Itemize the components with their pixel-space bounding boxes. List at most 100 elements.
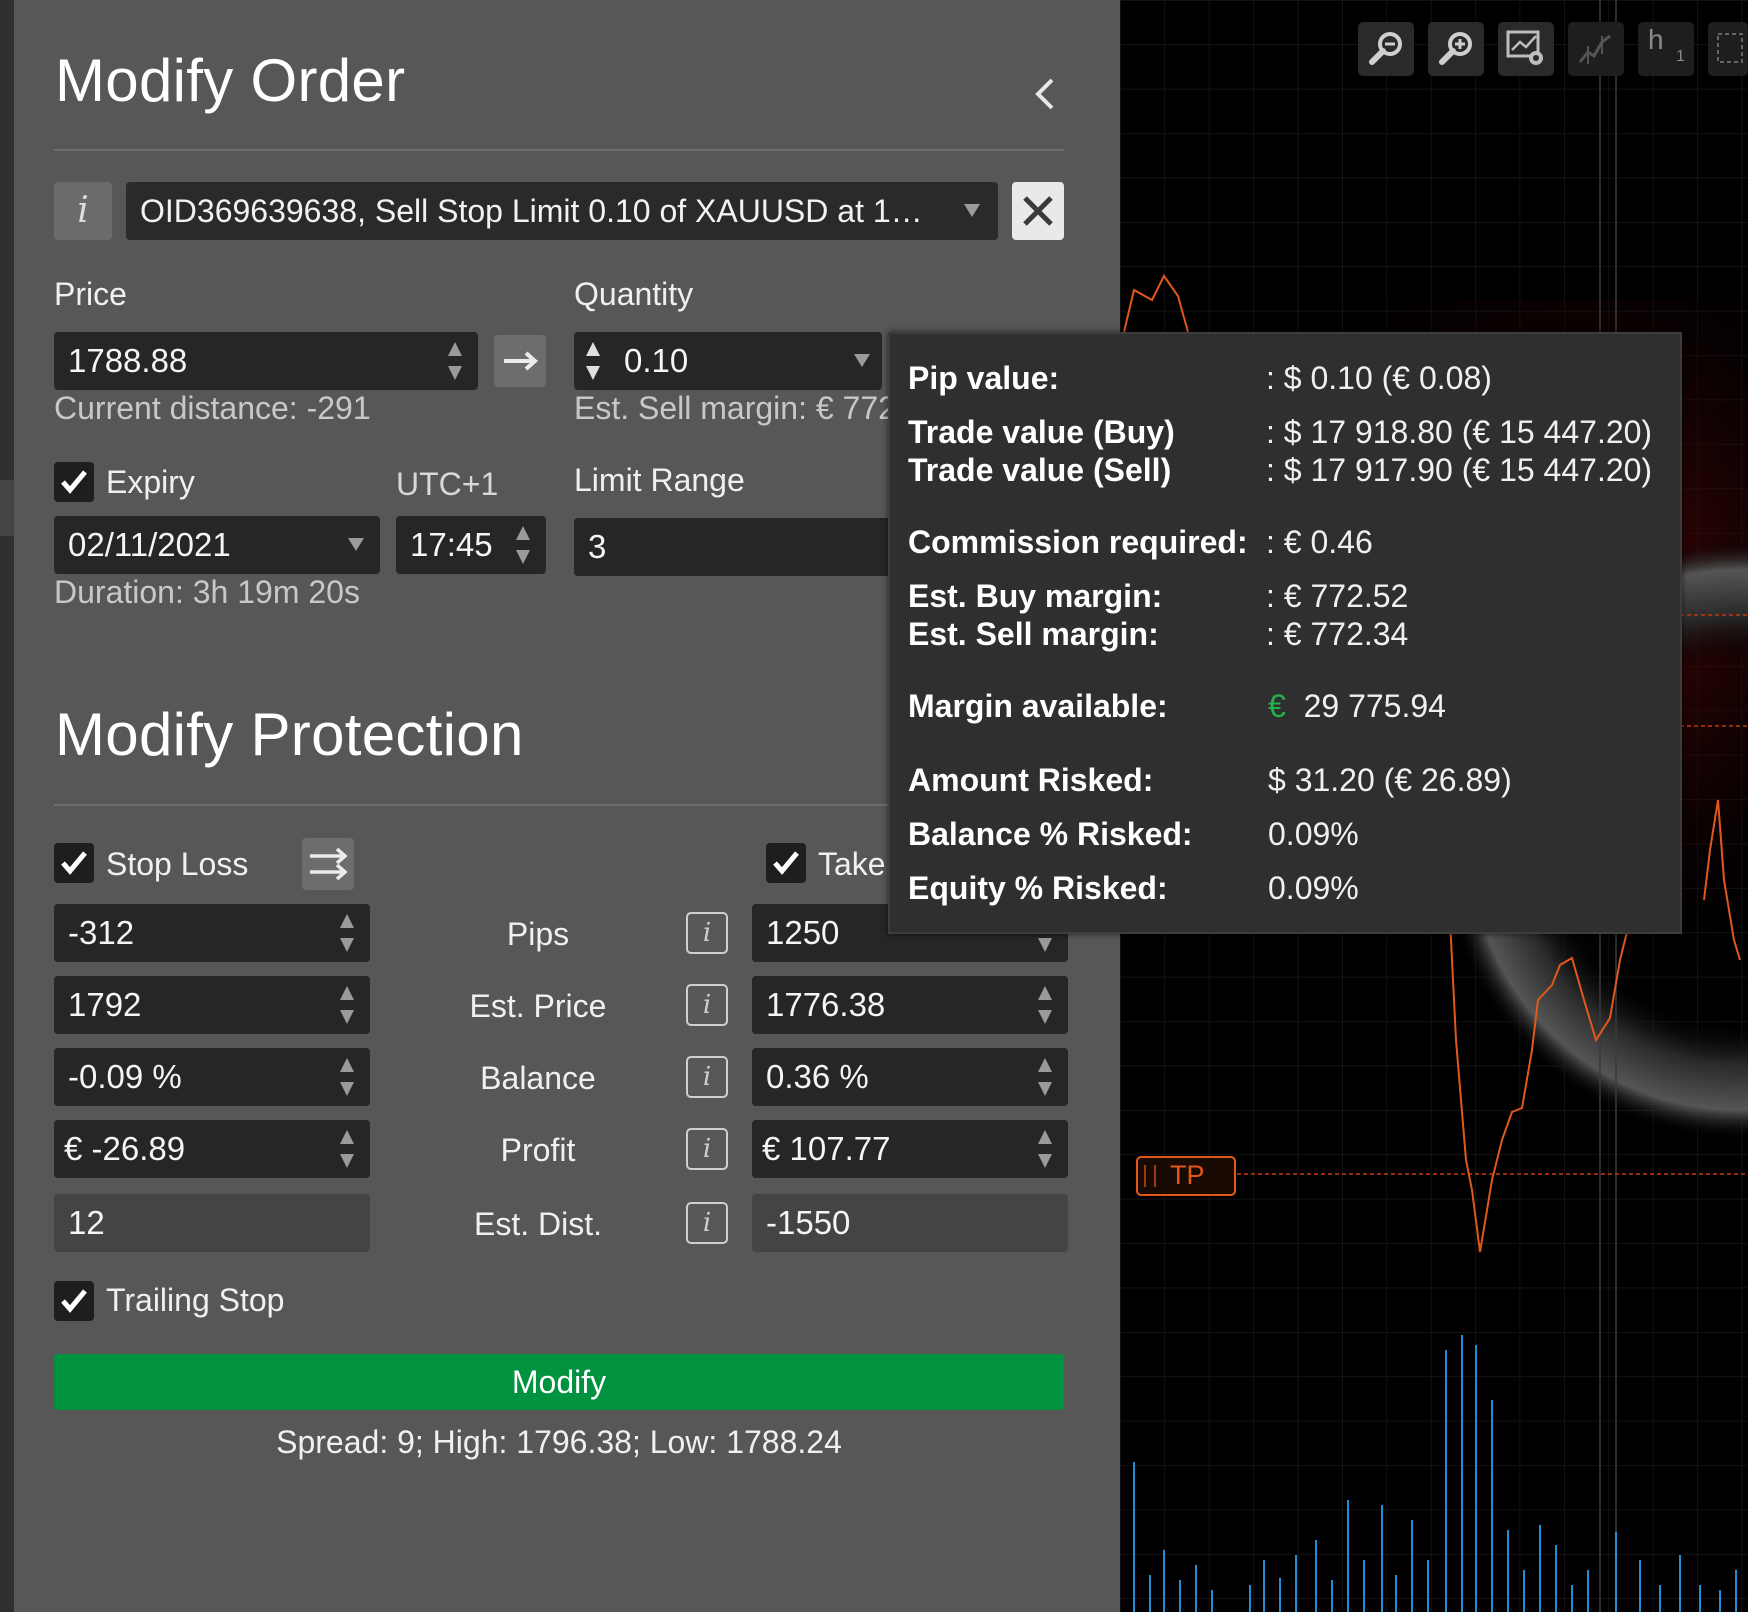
tp-badge[interactable]: TP: [1136, 1156, 1236, 1196]
chart-settings-button[interactable]: [1498, 22, 1554, 76]
close-icon: [1023, 196, 1053, 226]
chart-type-button[interactable]: [1568, 22, 1624, 76]
copy-price-button[interactable]: [494, 335, 546, 387]
drag-handle-icon[interactable]: [1144, 1165, 1156, 1187]
chart-settings-icon: [1506, 30, 1543, 65]
spinner-icon[interactable]: [446, 340, 464, 382]
close-order-button[interactable]: [1012, 182, 1064, 240]
stop-loss-label: Stop Loss: [106, 846, 249, 882]
stop-loss-distance-field: 12: [54, 1194, 370, 1252]
price-label: Price: [54, 276, 127, 312]
tp-badge-label: TP: [1170, 1160, 1205, 1190]
take-profit-profit-value: € 107.77: [762, 1130, 891, 1167]
profit-label: Profit: [500, 1132, 576, 1168]
zoom-in-button[interactable]: [1428, 22, 1484, 76]
margin-available-label: Margin available:: [908, 688, 1168, 724]
stop-loss-price-input[interactable]: 1792: [54, 976, 370, 1034]
est-buy-margin-value: : € 772.52: [1266, 578, 1409, 614]
pips-info-icon[interactable]: i: [686, 912, 728, 954]
chevron-left-icon[interactable]: [1026, 74, 1066, 114]
take-profit-distance-value: -1550: [766, 1204, 851, 1241]
more-tools-button[interactable]: [1708, 22, 1748, 76]
order-info-button[interactable]: i: [54, 182, 112, 240]
duration-text: Duration: 3h 19m 20s: [54, 574, 360, 610]
quantity-value: 0.10: [624, 342, 689, 379]
expiry-date-value: 02/11/2021: [68, 526, 231, 563]
timeframe-label: h: [1648, 24, 1664, 55]
stop-loss-pips-value: -312: [68, 914, 135, 951]
expiry-date-select[interactable]: 02/11/2021: [54, 516, 380, 574]
stop-loss-balance-value: -0.09 %: [68, 1058, 182, 1095]
stop-loss-checkbox[interactable]: [54, 843, 94, 883]
take-profit-balance-input[interactable]: 0.36 %: [752, 1048, 1068, 1106]
spinner-icon[interactable]: [1036, 1128, 1054, 1170]
timezone-label: UTC+1: [396, 466, 499, 502]
spinner-icon[interactable]: [514, 524, 532, 566]
trailing-stop-label: Trailing Stop: [106, 1282, 285, 1318]
stop-loss-profit-input[interactable]: € -26.89: [54, 1120, 370, 1178]
check-icon: [61, 1289, 87, 1313]
timeframe-sub: 1: [1676, 48, 1685, 65]
pip-value: : $ 0.10 (€ 0.08): [1266, 360, 1492, 396]
modify-order-title: Modify Order: [55, 47, 406, 114]
equity-risked-label: Equity % Risked:: [908, 870, 1168, 906]
est-sell-margin: Est. Sell margin: € 772: [574, 390, 896, 426]
spinner-icon[interactable]: [584, 340, 602, 382]
commission-value: : € 0.46: [1266, 524, 1373, 560]
price-input[interactable]: 1788.88: [54, 332, 478, 390]
est-price-label: Est. Price: [469, 988, 607, 1024]
limit-range-value: 3: [588, 528, 607, 565]
expiry-label: Expiry: [106, 464, 195, 500]
stop-loss-pips-input[interactable]: -312: [54, 904, 370, 962]
est-buy-margin-label: Est. Buy margin:: [908, 578, 1163, 614]
stop-loss-balance-input[interactable]: -0.09 %: [54, 1048, 370, 1106]
est-price-info-icon[interactable]: i: [686, 984, 728, 1026]
balance-label: Balance: [480, 1060, 596, 1096]
expiry-time-value: 17:45: [410, 526, 493, 563]
check-icon: [61, 470, 87, 494]
check-icon: [61, 851, 87, 875]
zoom-out-button[interactable]: [1358, 22, 1414, 76]
stop-loss-profit-value: € -26.89: [64, 1130, 186, 1167]
take-profit-checkbox[interactable]: [766, 843, 806, 883]
zoom-in-icon: [1439, 32, 1472, 65]
swap-arrows-icon: [310, 847, 348, 881]
balance-risked-value: 0.09%: [1268, 816, 1359, 852]
take-profit-label: Take: [818, 846, 886, 882]
quantity-select[interactable]: 0.10: [574, 332, 882, 390]
est-sell-margin-label: Est. Sell margin:: [908, 616, 1159, 652]
order-select[interactable]: OID369639638, Sell Stop Limit 0.10 of XA…: [126, 182, 998, 240]
modify-button[interactable]: Modify: [54, 1354, 1064, 1410]
current-distance: Current distance: -291: [54, 390, 371, 426]
spinner-icon[interactable]: [1036, 1056, 1054, 1098]
commission-label: Commission required:: [908, 524, 1248, 560]
pips-label: Pips: [506, 916, 570, 952]
expiry-checkbox[interactable]: [54, 462, 94, 502]
est-dist-info-icon[interactable]: i: [686, 1202, 728, 1244]
spinner-icon[interactable]: [338, 984, 356, 1026]
arrow-right-icon: [504, 351, 539, 371]
take-profit-profit-input[interactable]: € 107.77: [752, 1120, 1068, 1178]
spinner-icon[interactable]: [1036, 984, 1054, 1026]
pip-value-label: Pip value:: [908, 360, 1060, 396]
spinner-icon[interactable]: [338, 912, 356, 954]
est-sell-margin-value: : € 772.34: [1266, 616, 1409, 652]
spinner-icon[interactable]: [338, 1128, 356, 1170]
take-profit-price-value: 1776.38: [766, 986, 886, 1023]
balance-info-icon[interactable]: i: [686, 1056, 728, 1098]
window-edge-handle[interactable]: [0, 480, 14, 536]
margin-available-value: 29 775.94: [1303, 688, 1446, 724]
spinner-icon[interactable]: [338, 1056, 356, 1098]
line-chart-icon: [1578, 34, 1611, 64]
modify-protection-title: Modify Protection: [55, 701, 524, 768]
check-icon: [773, 851, 799, 875]
margin-currency: €: [1268, 688, 1286, 724]
take-profit-price-input[interactable]: 1776.38: [752, 976, 1068, 1034]
limit-range-input[interactable]: 3: [574, 518, 894, 576]
expiry-time-input[interactable]: 17:45: [396, 516, 546, 574]
trailing-stop-checkbox[interactable]: [54, 1281, 94, 1321]
amount-risked-value: $ 31.20 (€ 26.89): [1268, 762, 1512, 798]
timeframe-button[interactable]: h 1: [1638, 22, 1694, 76]
swap-mode-button[interactable]: [302, 838, 354, 890]
profit-info-icon[interactable]: i: [686, 1128, 728, 1170]
